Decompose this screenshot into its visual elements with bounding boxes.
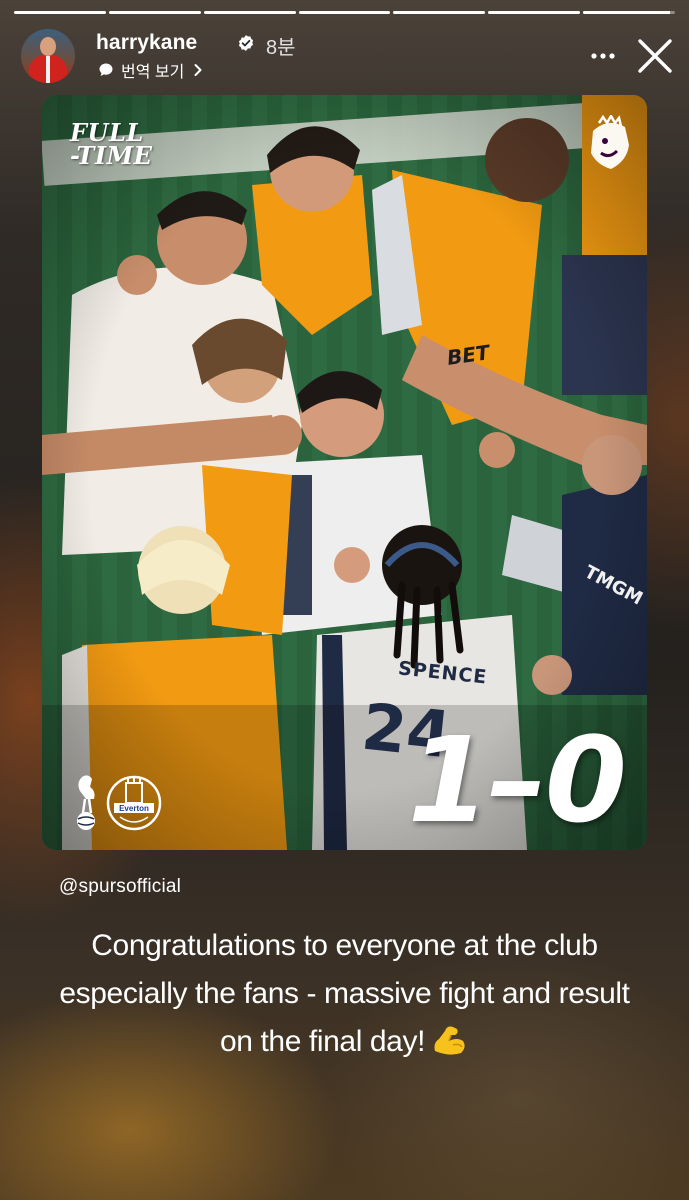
username[interactable]: harrykane bbox=[96, 31, 197, 55]
translate-button[interactable]: 번역 보기 bbox=[98, 59, 203, 81]
translate-label: 번역 보기 bbox=[121, 64, 185, 81]
tottenham-crest-icon bbox=[77, 775, 95, 830]
match-score: 1–0 bbox=[407, 711, 627, 849]
progress-segment bbox=[488, 11, 581, 14]
close-icon[interactable] bbox=[636, 37, 674, 75]
progress-segment-fill bbox=[108, 11, 201, 14]
more-options-icon[interactable] bbox=[588, 46, 618, 66]
caption-text: Congratulations to everyone at the club … bbox=[59, 929, 630, 1058]
progress-segment bbox=[583, 11, 676, 14]
progress-segment-fill bbox=[393, 11, 486, 14]
post-time: 8분 bbox=[266, 37, 296, 59]
speech-bubble-icon bbox=[99, 63, 113, 76]
full-time-label: FULL -TIME bbox=[70, 118, 153, 170]
progress-segment bbox=[14, 11, 106, 14]
progress-segment bbox=[393, 11, 486, 14]
verified-badge-icon bbox=[238, 35, 254, 51]
progress-segment-fill bbox=[14, 11, 106, 14]
progress-segment-fill bbox=[298, 11, 391, 14]
mention-sticker[interactable]: @spursofficial bbox=[59, 876, 181, 898]
progress-segment bbox=[203, 11, 296, 14]
chevron-right-icon bbox=[194, 64, 202, 76]
instagram-story[interactable]: harrykane 8분 번역 보기 FULL -TIME BET TMGM S… bbox=[0, 0, 689, 1200]
story-caption: Congratulations to everyone at the club … bbox=[40, 922, 649, 1066]
story-header: harrykane 8분 번역 보기 bbox=[18, 26, 674, 86]
progress-segment bbox=[298, 11, 391, 14]
everton-crest-text: Everton bbox=[119, 804, 149, 813]
progress-segment-fill bbox=[203, 11, 296, 14]
premier-league-lion-icon bbox=[591, 115, 629, 169]
flexed-biceps-emoji-icon bbox=[434, 1026, 465, 1055]
avatar[interactable] bbox=[21, 29, 75, 83]
full-time-text: FULL -TIME bbox=[70, 118, 153, 170]
progress-segment bbox=[108, 11, 201, 14]
shared-post-image[interactable]: FULL -TIME BET TMGM SPENCE 24 Everton 1–… bbox=[42, 95, 647, 850]
progress-segment-fill bbox=[488, 11, 581, 14]
progress-segment-fill bbox=[583, 11, 671, 14]
story-progress-bar bbox=[14, 11, 676, 14]
everton-crest-icon: Everton bbox=[106, 775, 162, 831]
